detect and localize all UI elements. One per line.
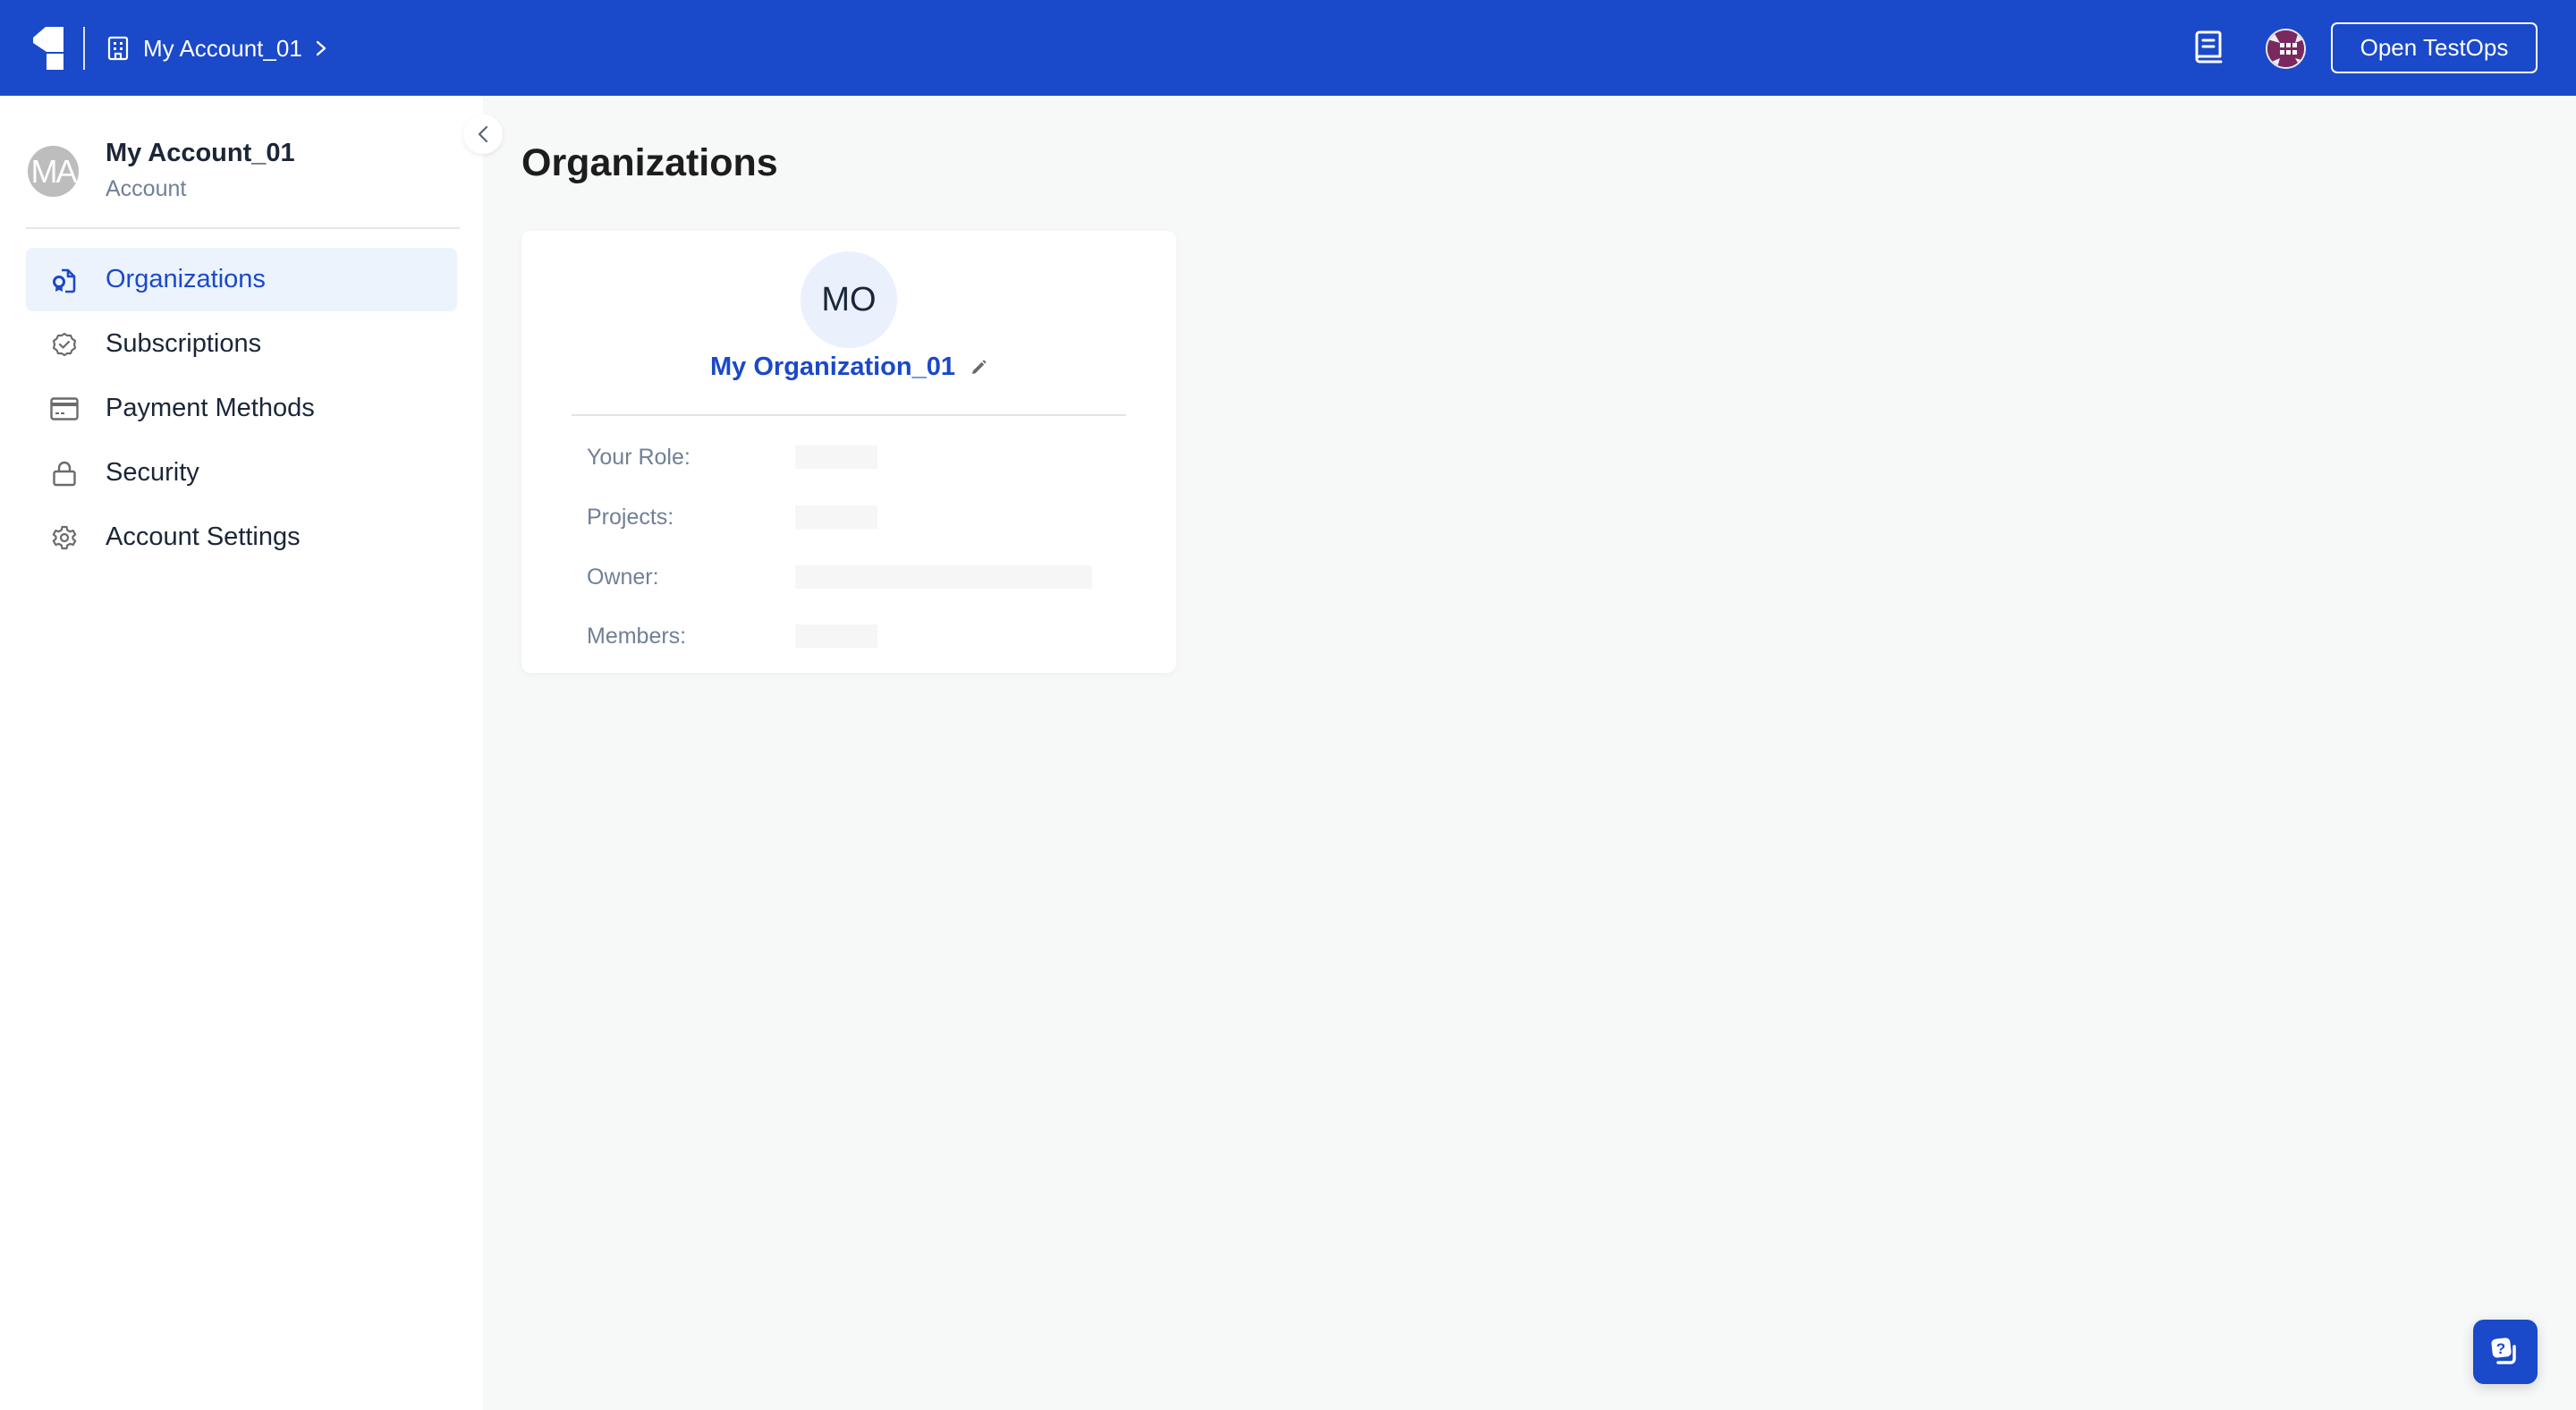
detail-label: Projects:	[587, 504, 674, 530]
account-breadcrumb[interactable]: My Account_01	[107, 27, 327, 70]
breadcrumb-account-name: My Account_01	[143, 34, 302, 62]
loading-skeleton	[795, 624, 877, 648]
sidebar-item-label: Subscriptions	[106, 329, 262, 358]
header-divider	[83, 27, 85, 70]
sidebar-item-account-settings[interactable]: Account Settings	[26, 505, 457, 569]
chevron-left-icon	[478, 125, 488, 143]
credit-card-icon	[50, 395, 79, 423]
katalon-logo-icon[interactable]	[33, 27, 64, 70]
card-divider	[572, 414, 1126, 416]
sidebar-item-label: Payment Methods	[106, 394, 315, 422]
sidebar-item-label: Security	[106, 458, 199, 487]
help-chat-icon: ?	[2491, 1338, 2516, 1364]
sidebar-item-label: Organizations	[106, 265, 266, 293]
svg-text:?: ?	[2496, 1340, 2505, 1357]
sidebar-divider	[26, 227, 460, 229]
loading-skeleton	[795, 505, 877, 529]
detail-label: Your Role:	[587, 444, 691, 470]
detail-row-members: Members:	[587, 623, 877, 650]
detail-label: Owner:	[587, 564, 659, 590]
detail-row-role: Your Role:	[587, 444, 877, 471]
organization-name-link[interactable]: My Organization_01	[710, 352, 955, 382]
building-icon	[107, 36, 129, 61]
sidebar-item-label: Account Settings	[106, 522, 301, 551]
organization-certificate-icon	[50, 266, 79, 294]
collapse-sidebar-button[interactable]	[463, 115, 503, 154]
sidebar-item-security[interactable]: Security	[26, 441, 457, 505]
sidebar-item-subscriptions[interactable]: Subscriptions	[26, 312, 457, 376]
sidebar-item-payment-methods[interactable]: Payment Methods	[26, 377, 457, 440]
open-testops-button[interactable]: Open TestOps	[2331, 22, 2538, 73]
loading-skeleton	[795, 446, 877, 469]
detail-label: Members:	[587, 623, 687, 649]
help-chat-button[interactable]: ?	[2473, 1320, 2538, 1384]
sidebar: MA My Account_01 Account Organizations S…	[0, 96, 483, 1410]
account-avatar: MA	[28, 146, 79, 197]
account-name: My Account_01	[106, 139, 295, 167]
gear-icon	[50, 523, 79, 552]
chevron-right-icon	[316, 40, 326, 56]
user-avatar[interactable]	[2266, 29, 2306, 69]
user-avatar-pattern-icon	[2267, 30, 2304, 67]
sidebar-item-organizations[interactable]: Organizations	[26, 248, 457, 311]
loading-skeleton	[795, 565, 1092, 589]
top-navigation-bar: My Account_01 Open TestOps	[0, 0, 2576, 96]
organization-avatar: MO	[801, 251, 897, 348]
detail-row-projects: Projects:	[587, 504, 877, 531]
badge-check-icon	[50, 330, 79, 359]
organization-name-row: My Organization_01	[521, 352, 1176, 382]
page-title: Organizations	[521, 141, 778, 184]
pencil-icon[interactable]	[970, 359, 987, 377]
detail-row-owner: Owner:	[587, 564, 1092, 590]
account-type: Account	[106, 176, 187, 201]
book-icon[interactable]	[2193, 30, 2224, 64]
lock-icon	[50, 459, 79, 488]
organization-card: MO My Organization_01 Your Role: Project…	[521, 231, 1176, 673]
sidebar-nav: Organizations Subscriptions Payment Meth…	[26, 248, 457, 570]
